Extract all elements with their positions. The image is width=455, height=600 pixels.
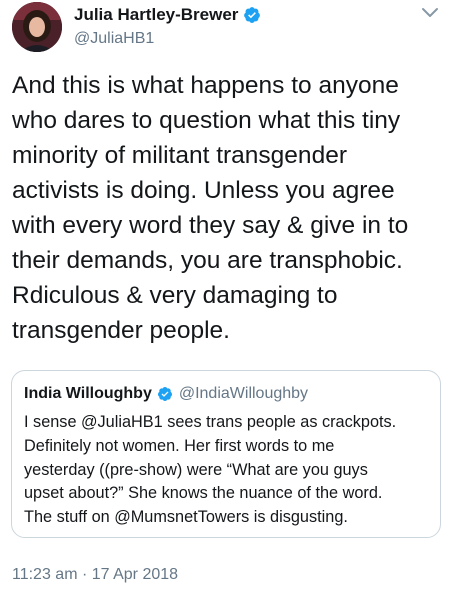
- author-name[interactable]: Julia Hartley-Brewer: [74, 5, 238, 25]
- quoted-author-name: India Willoughby: [24, 385, 152, 402]
- author-handle[interactable]: @JuliaHB1: [74, 30, 261, 48]
- tweet-text: And this is what happens to anyone who d…: [12, 72, 409, 344]
- author-info: Julia Hartley-Brewer @JuliaHB1: [74, 4, 261, 48]
- quoted-tweet-text: I sense @JuliaHB1 sees trans people as c…: [24, 413, 397, 527]
- quoted-author-handle: @IndiaWilloughby: [178, 385, 309, 402]
- avatar[interactable]: [12, 2, 62, 52]
- tweet-timestamp[interactable]: 11:23 am · 17 Apr 2018: [12, 566, 178, 584]
- verified-badge-icon: [244, 7, 261, 23]
- avatar-image: [12, 2, 62, 52]
- chevron-down-icon[interactable]: [421, 6, 439, 20]
- quoted-tweet[interactable]: India Willoughby @IndiaWilloughby I sens…: [11, 370, 441, 538]
- verified-badge-icon: [157, 387, 172, 401]
